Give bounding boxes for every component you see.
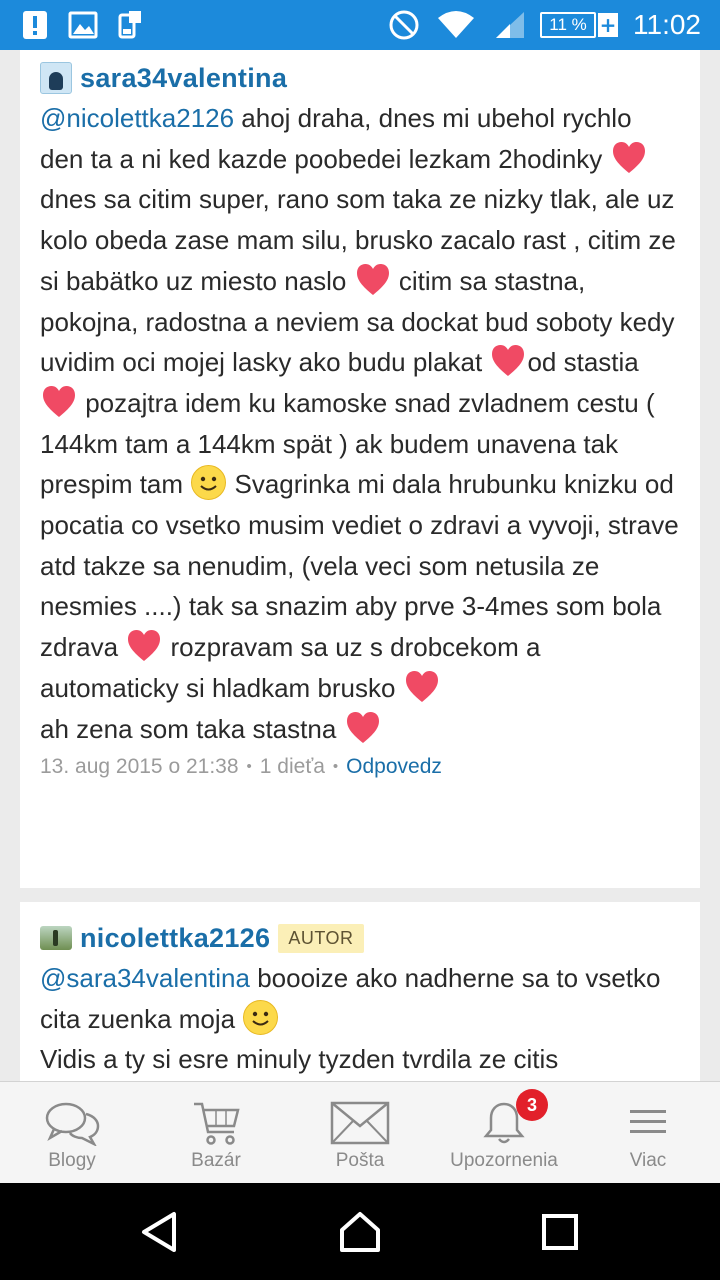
nav-item-viac[interactable]: Viac bbox=[576, 1082, 720, 1182]
smiley-emoji-icon bbox=[190, 464, 227, 501]
comment-meta: 13. aug 2015 o 21:38 • 1 dieťa • Odpovedz bbox=[40, 755, 680, 779]
heart-emoji-icon bbox=[610, 139, 648, 177]
children-count[interactable]: 1 dieťa bbox=[260, 755, 325, 778]
home-icon[interactable] bbox=[300, 1183, 420, 1280]
bottom-navigation: Blogy Bazár Pošta Upozornenia Viac 3 bbox=[0, 1081, 720, 1183]
heart-emoji-icon bbox=[403, 668, 441, 706]
heart-emoji-icon bbox=[40, 383, 78, 421]
notification-count-badge: 3 bbox=[516, 1089, 548, 1121]
nav-item-blogy[interactable]: Blogy bbox=[0, 1082, 144, 1182]
comment-header: nicolettka2126 AUTOR bbox=[40, 920, 680, 956]
comment-text: ah zena som taka stastna bbox=[40, 713, 344, 744]
shopping-cart-icon bbox=[186, 1100, 246, 1146]
comment-card: sara34valentina @nicolettka2126 ahoj dra… bbox=[20, 50, 700, 888]
envelope-icon bbox=[330, 1100, 390, 1146]
nav-item-posta[interactable]: Pošta bbox=[288, 1082, 432, 1182]
gallery-icon bbox=[68, 0, 98, 50]
heart-emoji-icon bbox=[344, 709, 382, 747]
nav-label: Blogy bbox=[48, 1150, 96, 1171]
clock: 11:02 bbox=[633, 9, 701, 40]
comment-text: Vidis a ty si esre minuly tyzden tvrdila… bbox=[40, 1044, 559, 1075]
nav-item-upozornenia[interactable]: Upozornenia bbox=[432, 1082, 576, 1182]
charging-plus-icon: + bbox=[598, 13, 618, 37]
menu-icon bbox=[618, 1100, 678, 1146]
comment-feed[interactable]: sara34valentina @nicolettka2126 ahoj dra… bbox=[0, 50, 720, 1081]
author-name[interactable]: nicolettka2126 bbox=[80, 923, 270, 954]
heart-emoji-icon bbox=[125, 627, 163, 665]
battery-percent: 11 % bbox=[540, 12, 596, 38]
wifi-icon bbox=[436, 0, 476, 50]
chat-bubbles-icon bbox=[42, 1100, 102, 1146]
mention-link[interactable]: @nicolettka2126 bbox=[40, 103, 234, 133]
nav-item-bazar[interactable]: Bazár bbox=[144, 1082, 288, 1182]
battery-icon: 11 % + bbox=[540, 0, 620, 50]
reply-link[interactable]: Odpovedz bbox=[346, 755, 442, 778]
status-bar: 11 % + 11:02 bbox=[0, 0, 720, 50]
signal-icon bbox=[494, 0, 526, 50]
recent-apps-icon[interactable] bbox=[500, 1183, 620, 1280]
comment-header: sara34valentina bbox=[40, 60, 680, 96]
heart-emoji-icon bbox=[489, 342, 527, 380]
mention-link[interactable]: @sara34valentina bbox=[40, 963, 250, 993]
author-name[interactable]: sara34valentina bbox=[80, 63, 287, 94]
nav-label: Upozornenia bbox=[450, 1150, 558, 1171]
sim-transfer-icon bbox=[117, 0, 145, 50]
heart-emoji-icon bbox=[354, 261, 392, 299]
comment-body: @nicolettka2126 ahoj draha, dnes mi ubeh… bbox=[40, 98, 680, 749]
separator-dot: • bbox=[246, 758, 252, 776]
separator-dot: • bbox=[332, 758, 339, 776]
system-navigation-bar bbox=[0, 1183, 720, 1280]
comment-card: nicolettka2126 AUTOR @sara34valentina bo… bbox=[20, 902, 700, 1081]
comment-date: 13. aug 2015 o 21:38 bbox=[40, 755, 239, 779]
comment-text: od stastia bbox=[527, 347, 639, 378]
smiley-emoji-icon bbox=[242, 999, 279, 1036]
nav-label: Bazár bbox=[191, 1150, 241, 1171]
nav-label: Pošta bbox=[335, 1150, 385, 1171]
comment-body: @sara34valentina boooize ako nadherne sa… bbox=[40, 958, 680, 1080]
back-icon[interactable] bbox=[100, 1183, 220, 1280]
alert-icon bbox=[22, 0, 48, 50]
avatar[interactable] bbox=[40, 926, 72, 950]
do-not-disturb-icon bbox=[388, 0, 420, 50]
nav-label: Viac bbox=[629, 1150, 667, 1171]
avatar[interactable] bbox=[40, 62, 72, 94]
author-badge: AUTOR bbox=[278, 923, 364, 953]
